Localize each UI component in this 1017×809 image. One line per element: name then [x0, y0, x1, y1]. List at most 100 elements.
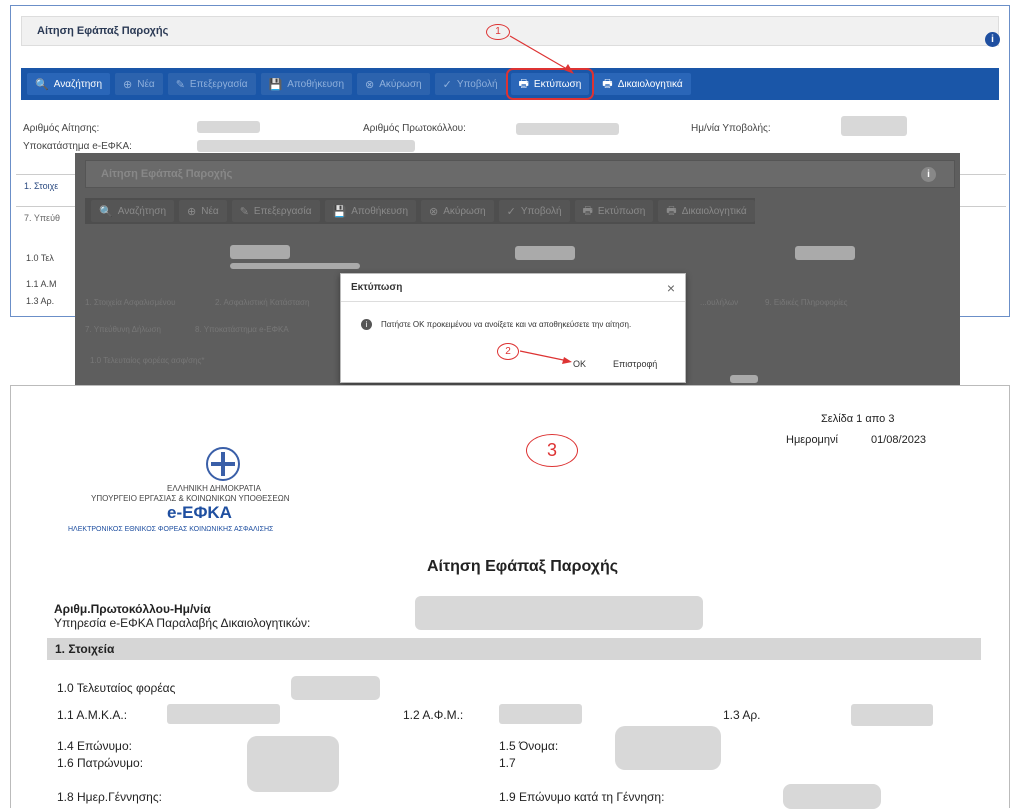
field-label: 1.8 Ημερ.Γέννησης: [57, 790, 162, 804]
toolbar-button-label: Ακύρωση [379, 78, 422, 90]
overlay-tab: 8. Υποκατάστημα e-ΕΦΚΑ [195, 325, 289, 334]
field-label: 1.4 Επώνυμο: [57, 739, 132, 753]
brand-subtitle: ΗΛΕΚΤΡΟΝΙΚΟΣ ΕΘΝΙΚΟΣ ΦΟΡΕΑΣ ΚΟΙΝΩΝΙΚΗΣ Α… [68, 526, 274, 533]
document-title: Αίτηση Εφάπαξ Παροχής [427, 558, 619, 575]
toolbar-button-check[interactable]: ✓ Υποβολή [434, 73, 506, 95]
toolbar-button-printer[interactable]: 🖶 Δικαιολογητικά [658, 200, 755, 222]
dialog-header: Εκτύπωση × [341, 274, 685, 302]
toolbar-button-label: Επεξεργασία [253, 205, 312, 217]
branch-label: Υποκατάστημα e-ΕΦΚΑ: [23, 141, 132, 152]
tab-label: 1. Στοιχε [24, 180, 59, 191]
toolbar-button-label: Ακύρωση [443, 205, 486, 217]
date-value: 01/08/2023 [871, 434, 927, 446]
callout-2: 2 [497, 343, 519, 360]
redacted-value [230, 245, 290, 259]
field-label: 1.6 Πατρώνυμο: [57, 756, 144, 770]
toolbar-button-label: Επεξεργασία [189, 78, 248, 90]
redacted-value [197, 140, 415, 152]
redacted-value [230, 263, 360, 269]
toolbar-button-cancel[interactable]: ⊗ Ακύρωση [357, 73, 430, 95]
date-label: Ημερομηνί [786, 434, 838, 446]
check-icon: ✓ [506, 205, 516, 218]
back-button[interactable]: Επιστροφή [613, 359, 657, 369]
toolbar-button-plus-circle[interactable]: ⊕ Νέα [115, 73, 163, 95]
printer-icon: 🖶 [582, 204, 593, 217]
floppy-icon: 💾 [268, 78, 283, 91]
printer-icon: 🖶 [666, 204, 677, 217]
org-line-2: ΥΠΟΥΡΓΕΙΟ ΕΡΓΑΣΙΑΣ & ΚΟΙΝΩΝΙΚΩΝ ΥΠΟΘΕΣΕΩ… [91, 494, 290, 503]
toolbar-button-plus-circle[interactable]: ⊕ Νέα [179, 200, 227, 222]
callout-3: 3 [526, 434, 578, 467]
toolbar-button-printer[interactable]: 🖶 Δικαιολογητικά [594, 73, 691, 95]
toolbar-button-label: Δικαιολογητικά [617, 78, 683, 90]
toolbar-button-search[interactable]: 🔍 Αναζήτηση [91, 200, 175, 222]
redacted-value [795, 246, 855, 260]
search-icon: 🔍 [35, 78, 49, 91]
protocol-no-label: Αριθμός Πρωτοκόλλου: [363, 123, 466, 134]
toolbar-button-floppy[interactable]: 💾 Αποθήκευση [260, 73, 353, 95]
redacted-value [415, 596, 703, 630]
toolbar-button-label: Εκτύπωση [533, 78, 582, 90]
field-label: 1.5 Όνομα: [499, 739, 559, 753]
toolbar-button-pencil[interactable]: ✎ Επεξεργασία [231, 200, 320, 222]
toolbar-button-search[interactable]: 🔍 Αναζήτηση [27, 73, 111, 95]
brand-logo: e-ΕΦΚΑ [167, 503, 232, 522]
toolbar: 🔍 Αναζήτηση ⊕ Νέα ✎ Επεξεργασία 💾 Αποθήκευση ⊗ Ακ… [85, 198, 755, 224]
toolbar-button-label: Υποβολή [520, 205, 562, 217]
printed-document: Σελίδα 1 απο 3 Ημερομηνί 01/08/2023 3 ΕΛ… [10, 385, 1010, 809]
window-title: Αίτηση Εφάπαξ Παροχής [101, 168, 233, 180]
toolbar-button-label: Νέα [137, 78, 155, 90]
window-title: Αίτηση Εφάπαξ Παροχής [37, 25, 169, 37]
pencil-icon: ✎ [175, 78, 185, 91]
printer-icon: 🖶 [602, 77, 613, 90]
window-title-bar: Αίτηση Εφάπαξ Παροχής [85, 160, 955, 188]
redacted-value [783, 784, 881, 809]
toolbar-button-label: Αναζήτηση [117, 205, 167, 217]
toolbar-button-check[interactable]: ✓ Υποβολή [498, 200, 570, 222]
field-label: 1.1 Α.Μ [26, 279, 57, 289]
redacted-value [841, 116, 907, 136]
field-label: 1.9 Επώνυμο κατά τη Γέννηση: [499, 790, 665, 804]
overlay-tab: 9. Ειδικές Πληροφορίες [765, 298, 848, 307]
search-icon: 🔍 [99, 205, 113, 218]
redacted-value [167, 704, 280, 724]
close-icon[interactable]: × [667, 280, 675, 296]
tab-label: 7. Υπεύθ [24, 212, 60, 223]
toolbar-button-cancel[interactable]: ⊗ Ακύρωση [421, 200, 494, 222]
info-icon[interactable]: i [985, 32, 1000, 47]
pencil-icon: ✎ [239, 205, 249, 218]
overlay-tab: 7. Υπεύθυνη Δήλωση [85, 325, 161, 334]
toolbar-button-printer[interactable]: 🖶 Εκτύπωση [574, 200, 654, 222]
field-label: 1.0 Τελευταίος φορέας ασφ/σης* [90, 356, 205, 365]
print-dialog: Εκτύπωση × i Πατήστε ΟΚ προκειμένου να α… [340, 273, 686, 383]
overlay-tab: ...ουλήλων [700, 298, 739, 307]
field-label: 1.0 Τελευταίος φορέας [57, 681, 176, 695]
toolbar-button-pencil[interactable]: ✎ Επεξεργασία [167, 73, 256, 95]
redacted-value [516, 123, 619, 135]
toolbar-button-label: Δικαιολογητικά [681, 205, 747, 217]
dialog-title: Εκτύπωση [351, 282, 403, 293]
dialog-message: Πατήστε ΟΚ προκειμένου να ανοίξετε και ν… [381, 320, 632, 329]
callout-arrow-1 [509, 35, 574, 74]
info-icon: i [361, 319, 372, 330]
request-no-label: Αριθμός Αίτησης: [23, 123, 100, 134]
redacted-value [615, 726, 721, 770]
cancel-icon: ⊗ [429, 205, 439, 218]
service-label: Υπηρεσία e-ΕΦΚΑ Παραλαβής Δικαιολογητικώ… [54, 616, 311, 630]
greek-emblem-icon [206, 447, 240, 481]
redacted-value [499, 704, 582, 724]
field-label: 1.2 Α.Φ.Μ.: [403, 708, 464, 722]
toolbar-button-floppy[interactable]: 💾 Αποθήκευση [324, 200, 417, 222]
submit-date-label: Ημ/νία Υποβολής: [691, 123, 771, 134]
field-label: 1.3 Αρ. [26, 296, 55, 306]
floppy-icon: 💾 [332, 205, 347, 218]
field-label: 1.1 Α.Μ.Κ.Α.: [57, 708, 128, 722]
redacted-value [197, 121, 260, 133]
redacted-value [291, 676, 380, 700]
overlay-tab: 1. Στοιχεία Ασφαλισμένου [85, 298, 176, 307]
toolbar-button-label: Αποθήκευση [351, 205, 409, 217]
field-label: 1.3 Αρ. [723, 708, 761, 722]
page-number: Σελίδα 1 απο 3 [821, 413, 895, 425]
info-icon: i [921, 167, 936, 182]
redacted-value [515, 246, 575, 260]
